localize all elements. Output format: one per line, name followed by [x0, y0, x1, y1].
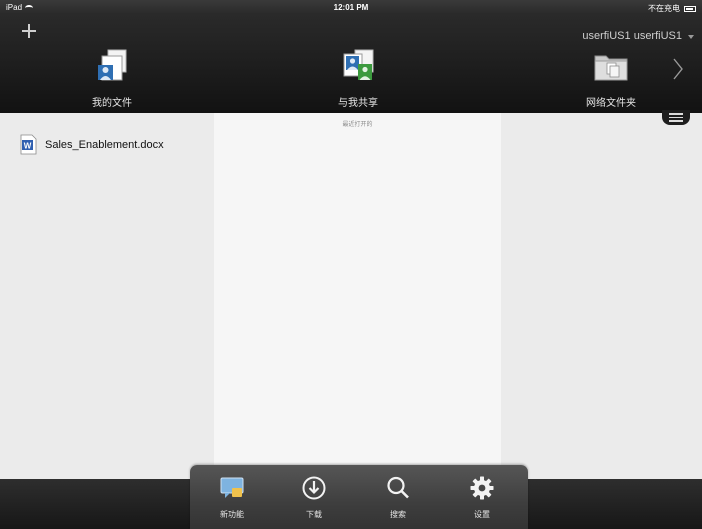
whats-new-icon [220, 477, 244, 498]
my-files-icon [98, 49, 127, 81]
menu-handle-button[interactable] [662, 110, 690, 125]
add-button[interactable] [22, 24, 36, 38]
download-label: 下载 [306, 510, 322, 519]
nav-my-files-label: 我的文件 [92, 98, 132, 109]
svg-text:W: W [24, 141, 32, 150]
word-document-icon: W [20, 134, 37, 155]
nav-my-files[interactable]: 我的文件 [52, 48, 172, 109]
my-files-panel: W Sales_Enablement.docx [0, 113, 214, 479]
charging-status: 不在充电 [648, 4, 680, 13]
search-icon [387, 476, 409, 499]
shared-with-me-panel: 最近打开的 [214, 113, 501, 479]
user-menu-caret-icon[interactable] [688, 35, 694, 39]
file-row[interactable]: W Sales_Enablement.docx [20, 134, 164, 155]
status-time: 12:01 PM [333, 3, 369, 12]
battery-icon [684, 5, 696, 12]
whats-new-button[interactable]: 新功能 [202, 475, 262, 520]
network-folder-icon [594, 55, 628, 81]
settings-gear-icon [470, 476, 494, 500]
whats-new-label: 新功能 [220, 510, 244, 519]
nav-shared-with-me[interactable]: 与我共享 [298, 48, 418, 109]
settings-button[interactable]: 设置 [452, 475, 512, 520]
nav-network-folders[interactable]: 网络文件夹 [551, 48, 671, 109]
settings-label: 设置 [474, 510, 490, 519]
nav-shared-label: 与我共享 [338, 98, 378, 109]
nav-network-label: 网络文件夹 [586, 98, 636, 109]
user-menu[interactable]: userfiUS1 userfiUS1 [582, 30, 682, 42]
search-button[interactable]: 搜索 [368, 475, 428, 520]
chevron-right-icon[interactable] [672, 58, 684, 80]
file-name: Sales_Enablement.docx [45, 138, 164, 151]
recent-label: 最近打开的 [342, 122, 373, 128]
shared-with-me-icon [343, 49, 374, 80]
search-label: 搜索 [390, 510, 406, 519]
network-folders-panel [501, 113, 702, 479]
app-header: iPad 12:01 PM 不在充电 userfiUS1 userfiUS1 我… [0, 0, 702, 113]
download-button[interactable]: 下载 [284, 475, 344, 520]
bottom-toolbar: 新功能 下载 搜索 设置 [190, 465, 528, 529]
download-icon [302, 476, 326, 500]
status-bar: iPad 12:01 PM 不在充电 [0, 0, 702, 14]
